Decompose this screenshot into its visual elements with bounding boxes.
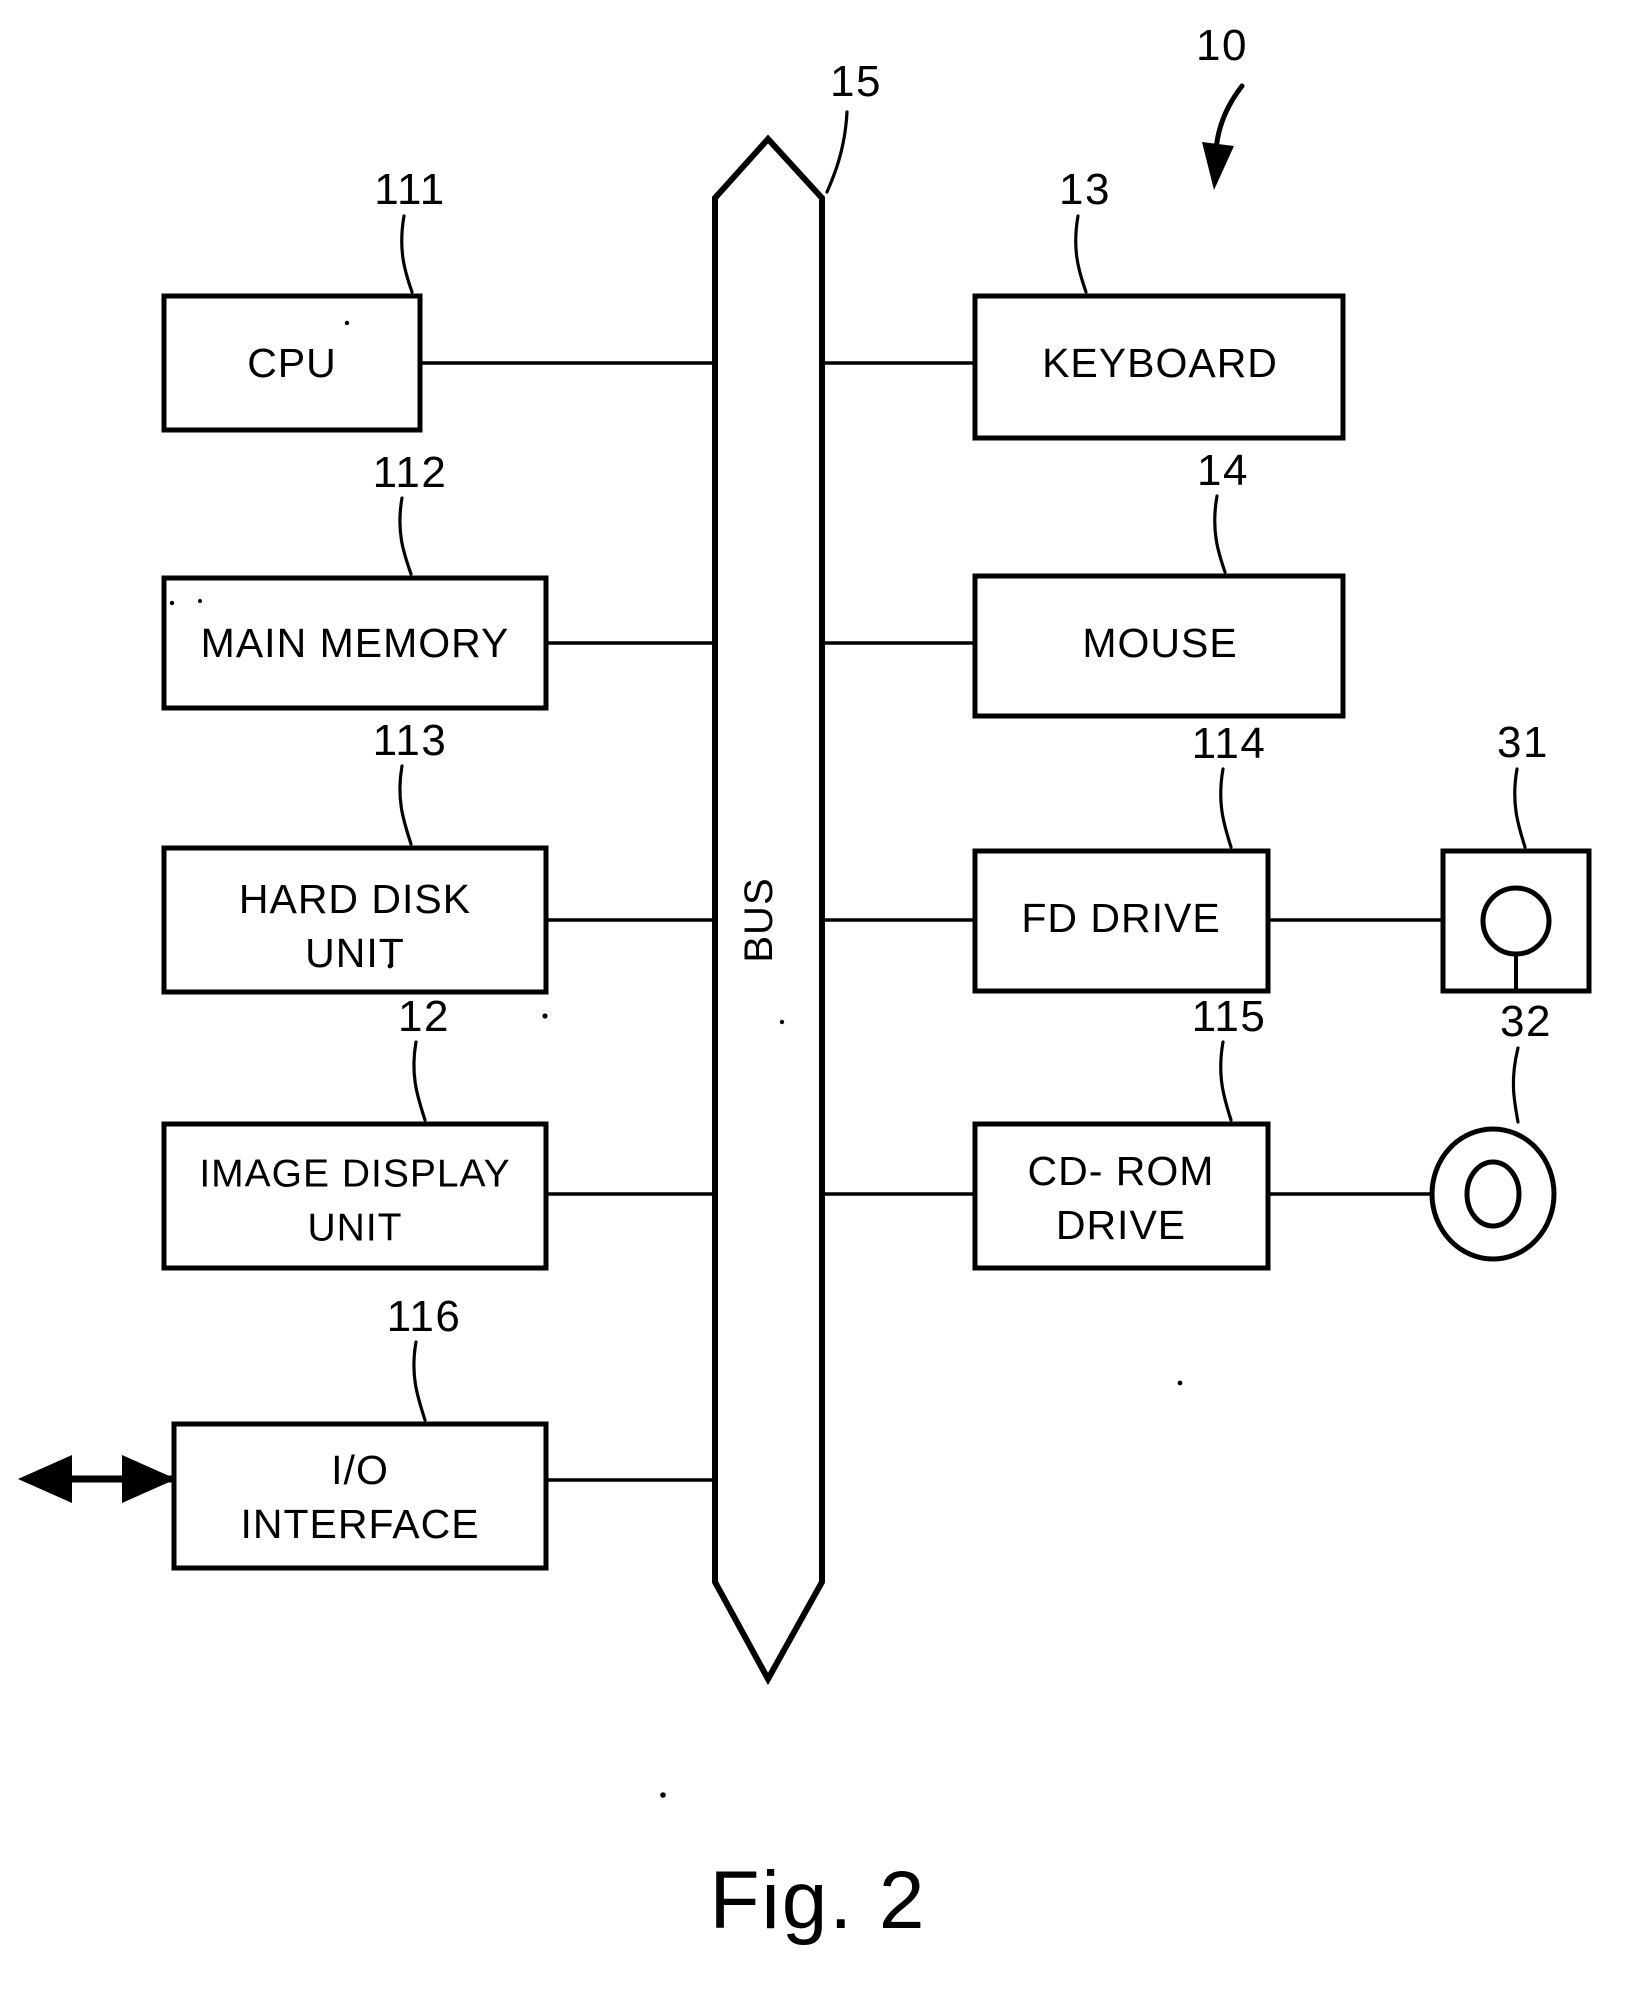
ref-num-113: 113	[373, 716, 448, 765]
ref-num-14: 14	[1197, 446, 1249, 495]
ref-num-13: 13	[1059, 165, 1111, 214]
image-display-unit-label-line2: UNIT	[308, 1206, 403, 1249]
ref-leader-12	[412, 1040, 427, 1122]
ref-leader-31	[1513, 767, 1527, 849]
block-mouse[interactable]: MOUSE	[972, 573, 1346, 719]
cdrom-drive-label-line1: CD- ROM	[1028, 1148, 1215, 1194]
block-fd-drive[interactable]: FD DRIVE	[972, 848, 1271, 994]
block-keyboard[interactable]: KEYBOARD	[972, 293, 1346, 441]
io-interface-label-line1: I/O	[331, 1447, 389, 1493]
ref-num-116: 116	[387, 1292, 462, 1341]
ref-num-111: 111	[374, 165, 445, 214]
patent-figure-2: BUS 15 10 CPU 111 MAIN MEMORY 112 HARD D…	[0, 0, 1636, 2007]
ref-num-112: 112	[373, 448, 448, 497]
ref-leader-112	[398, 496, 413, 576]
ref-num-115: 115	[1192, 992, 1267, 1041]
ref-leader-114	[1219, 767, 1233, 849]
system-pointer-arrow	[1202, 83, 1245, 190]
cpu-label: CPU	[247, 340, 337, 386]
ref-leader-116	[412, 1340, 427, 1422]
io-interface-label-line2: INTERFACE	[240, 1501, 479, 1547]
block-io-interface[interactable]: I/O INTERFACE	[171, 1421, 549, 1571]
ref-leader-113	[398, 764, 413, 846]
connector-lines	[420, 361, 1443, 1482]
ref-num-15: 15	[830, 57, 882, 106]
figure-caption: Fig. 2	[709, 1855, 926, 1946]
block-hard-disk-unit[interactable]: HARD DISK UNIT	[161, 845, 549, 995]
hard-disk-unit-label-line1: HARD DISK	[239, 876, 471, 922]
block-diagram-svg: BUS 15 10 CPU 111 MAIN MEMORY 112 HARD D…	[18, 21, 1592, 1946]
scan-specks	[169, 320, 1183, 1798]
double-headed-arrow-icon	[18, 1455, 176, 1503]
block-cpu[interactable]: CPU	[161, 293, 423, 433]
ref-num-32: 32	[1500, 997, 1552, 1046]
block-image-display-unit[interactable]: IMAGE DISPLAY UNIT	[161, 1121, 549, 1271]
cdrom-drive-label-line2: DRIVE	[1056, 1202, 1186, 1248]
hard-disk-unit-label-line2: UNIT	[305, 930, 405, 976]
cd-disc-hole	[1464, 1159, 1522, 1229]
block-main-memory[interactable]: MAIN MEMORY	[161, 575, 549, 711]
floppy-disk-icon	[1440, 848, 1592, 994]
ref-num-114: 114	[1192, 719, 1267, 768]
bus-label: BUS	[737, 877, 781, 962]
ref-leader-111	[400, 214, 414, 294]
ref-leader-14	[1213, 494, 1227, 574]
ref-num-10: 10	[1196, 21, 1248, 70]
ref-num-12: 12	[398, 992, 450, 1041]
main-memory-label: MAIN MEMORY	[201, 620, 510, 666]
mouse-label: MOUSE	[1082, 620, 1237, 666]
ref-leader-32	[1511, 1046, 1520, 1124]
ref-leader-15	[825, 110, 849, 194]
cd-rom-disc-icon	[1429, 1126, 1557, 1262]
keyboard-label: KEYBOARD	[1042, 340, 1278, 386]
image-display-unit-label-line1: IMAGE DISPLAY	[199, 1152, 510, 1195]
block-cdrom-drive[interactable]: CD- ROM DRIVE	[972, 1121, 1271, 1271]
ref-leader-115	[1219, 1040, 1233, 1122]
cd-disc-outer	[1429, 1126, 1557, 1262]
ref-leader-13	[1074, 214, 1088, 294]
fd-drive-label: FD DRIVE	[1021, 895, 1220, 941]
ref-num-31: 31	[1497, 718, 1549, 767]
